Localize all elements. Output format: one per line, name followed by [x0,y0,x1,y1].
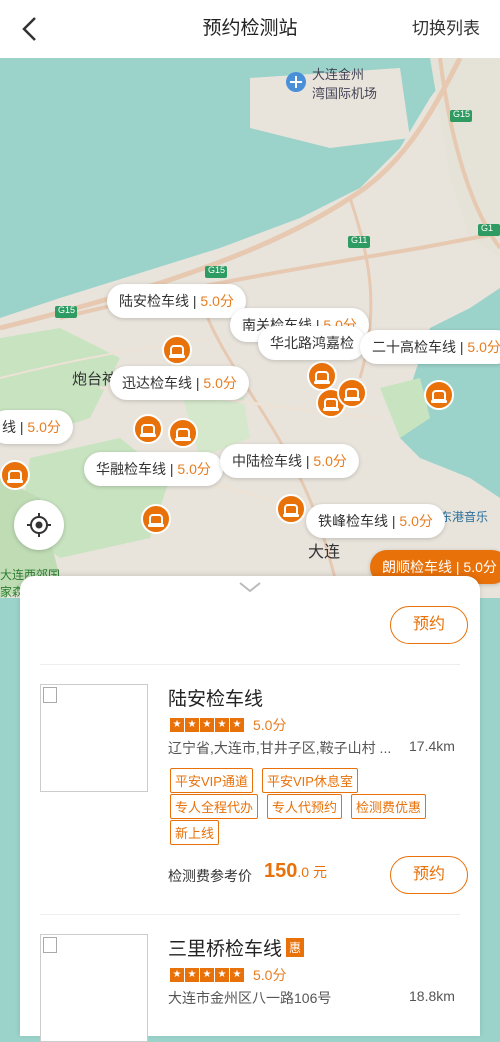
city-label-dalian: 大连 [308,544,341,561]
station-marker[interactable] [168,418,198,448]
station-distance: 17.4km [409,738,455,754]
station-pin-huarong[interactable]: 华融检车线 | 5.0分 [84,452,223,486]
station-rating: ★ ★ ★ ★ ★ 5.0分 [170,715,286,735]
car-icon [283,503,299,517]
crosshair-icon [27,513,51,537]
highway-g15-label: G15 [453,109,471,119]
broken-image-icon [43,937,57,953]
station-marker[interactable] [162,335,192,365]
service-tag: 专人全程代办 [170,794,259,819]
station-pin-luan[interactable]: 陆安检车线 | 5.0分 [107,284,246,318]
car-icon [314,370,330,384]
station-pin-huabeilu[interactable]: 华北路鸿嘉检 [258,326,366,360]
station-distance: 18.8km [409,988,455,1004]
car-icon [175,427,191,441]
switch-list-button[interactable]: 切换列表 [412,0,480,58]
car-icon [169,344,185,358]
top-bar: 预约检测站 切换列表 [0,0,500,58]
book-button[interactable]: 预约 [390,856,468,894]
car-icon [431,389,447,403]
service-tag: 新上线 [170,820,220,845]
station-rating: ★ ★ ★ ★ ★ 5.0分 [170,965,286,985]
rating-score: 5.0分 [253,967,287,983]
book-button[interactable]: 预约 [390,606,468,644]
rating-score: 5.0分 [253,717,287,733]
car-icon [323,397,339,411]
price-label: 检测费参考价 [168,868,252,884]
price-value: 150.0 元 [264,860,327,882]
highway-g11-label: G11 [351,235,368,245]
station-pin-ershigao[interactable]: 二十高检车线 | 5.0分 [360,330,500,364]
service-tag: 检测费优惠 [351,794,427,819]
car-icon [7,469,23,483]
station-thumbnail [40,684,148,792]
station-pin-xunda[interactable]: 迅达检车线 | 5.0分 [110,366,249,400]
highway-g15-label: G15 [58,305,76,315]
station-marker[interactable] [0,460,30,490]
highway-g15-label: G15 [208,265,226,275]
station-marker[interactable] [337,378,367,408]
star-rating-icon: ★ ★ ★ ★ ★ [170,968,245,982]
map-view[interactable]: 大连金州 湾国际机场 G15 G11 G15 G15 G1 大连 炮台神 大连西… [0,58,500,598]
service-tag: 专人代预约 [267,794,343,819]
place-label: 东港音乐 [440,510,489,524]
divider [40,664,460,665]
station-pin-partial[interactable]: 线 | 5.0分 [0,410,73,444]
collapse-handle[interactable] [238,580,262,599]
star-rating-icon: ★ ★ ★ ★ ★ [170,718,245,732]
divider [40,914,460,915]
service-tag: 平安VIP通道 [170,768,253,793]
highway-g1-label: G1 [481,223,494,233]
station-list-sheet[interactable]: 预约 陆安检车线 ★ ★ ★ ★ ★ 5.0分 辽宁省,大连市,甘井子区,鞍子山村 ..… [20,576,480,1042]
airport-label: 大连金州 湾国际机场 [312,67,378,101]
station-address: 辽宁省,大连市,甘井子区,鞍子山村 ... [168,740,392,756]
station-marker[interactable] [424,380,454,410]
service-tag: 平安VIP休息室 [262,768,358,793]
station-marker[interactable] [276,494,306,524]
car-icon [148,513,164,527]
station-thumbnail [40,934,148,1042]
discount-badge: 惠 [286,938,305,957]
station-name: 三里桥检车线惠 [168,934,305,961]
station-name: 陆安检车线 [168,689,264,710]
chevron-down-icon [239,582,261,593]
station-pin-zhonglu[interactable]: 中陆检车线 | 5.0分 [220,444,359,478]
locate-button[interactable] [14,500,64,550]
car-icon [140,423,156,437]
station-marker[interactable] [307,361,337,391]
station-marker[interactable] [133,414,163,444]
station-pin-tiefeng[interactable]: 铁峰检车线 | 5.0分 [306,504,445,538]
broken-image-icon [43,687,57,703]
car-icon [344,387,360,401]
station-marker[interactable] [141,504,171,534]
station-address: 大连市金州区八一路106号 [168,990,332,1006]
